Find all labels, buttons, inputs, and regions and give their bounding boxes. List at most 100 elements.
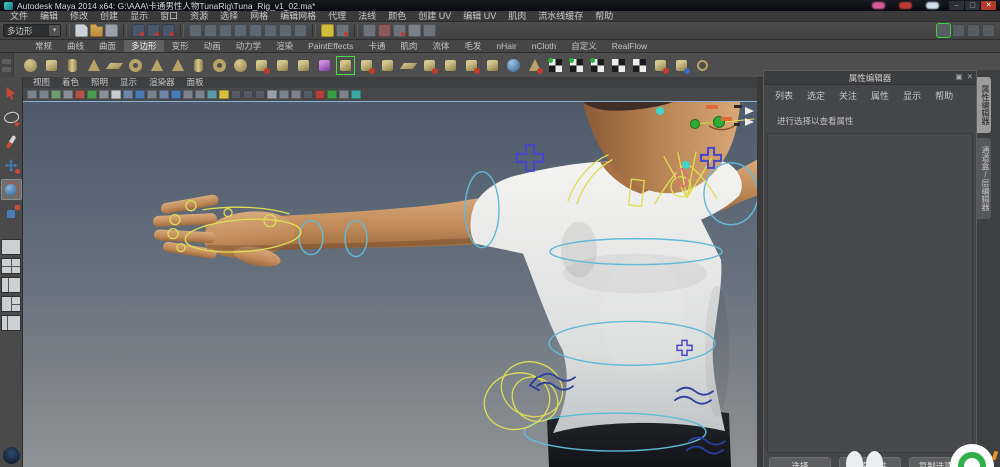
select-uvs-icon[interactable] (279, 24, 292, 37)
shelf-tab[interactable]: 动力学 (229, 40, 269, 52)
menu-item[interactable]: 修改 (64, 11, 94, 22)
cylindrical-mapping-icon[interactable] (568, 57, 585, 74)
spherical-mapping-icon[interactable] (589, 57, 606, 74)
menu-item[interactable]: 代理 (322, 11, 352, 22)
toggle-attribute-editor-icon[interactable] (937, 24, 950, 37)
polygon-sphere-icon[interactable] (22, 57, 39, 74)
menu-item[interactable]: 颜色 (382, 11, 412, 22)
merge-vertices-icon[interactable] (484, 57, 501, 74)
menu-item[interactable]: 编辑 UV (457, 11, 502, 22)
scale-tool[interactable] (1, 203, 22, 224)
toggle-channel-box-icon[interactable] (967, 24, 980, 37)
shadows-icon[interactable] (159, 90, 169, 99)
shelf-tab[interactable]: 毛发 (457, 40, 488, 52)
sculpt-geometry-icon[interactable] (253, 57, 270, 74)
select-object-mode-icon[interactable] (204, 24, 217, 37)
multi-cut-tool-icon[interactable] (336, 55, 355, 75)
combine-icon[interactable] (295, 57, 312, 74)
smooth-icon[interactable] (505, 57, 522, 74)
insert-edge-loop-icon[interactable] (421, 57, 438, 74)
select-points-icon[interactable] (234, 24, 247, 37)
menu-item[interactable]: 法线 (352, 11, 382, 22)
exposure-icon[interactable] (339, 90, 349, 99)
motion-blur-icon[interactable] (183, 90, 193, 99)
extrude-icon[interactable] (358, 57, 375, 74)
pin-icon[interactable]: ▣ (956, 72, 963, 81)
smooth-mesh-preview-icon[interactable] (316, 57, 333, 74)
panel-menu-item[interactable]: 显示 (114, 77, 143, 88)
shelf-tab[interactable]: nHair (489, 40, 523, 52)
shelf-tab[interactable]: 流体 (425, 40, 456, 52)
attribute-editor-menu-item[interactable]: 列表 (768, 89, 800, 102)
move-tool[interactable] (1, 155, 22, 176)
viewport-3d-canvas[interactable] (23, 102, 757, 467)
snap-together-icon[interactable] (294, 24, 307, 37)
save-scene-icon[interactable] (105, 24, 118, 37)
hypershade-icon[interactable] (423, 24, 436, 37)
ipr-render-icon[interactable] (393, 24, 406, 37)
two-d-pan-zoom-icon[interactable] (87, 90, 97, 99)
viewport-scene[interactable] (23, 102, 757, 467)
snap-to-grids-icon[interactable] (132, 24, 145, 37)
minimize-button[interactable]: – (949, 1, 964, 10)
uv-editor-icon[interactable] (631, 57, 648, 74)
panel-menu-item[interactable]: 着色 (56, 77, 85, 88)
polygon-torus-icon[interactable] (127, 57, 144, 74)
shelf-tab[interactable]: 卡通 (361, 40, 392, 52)
crease-tool-icon[interactable] (463, 57, 480, 74)
shaded-icon[interactable] (123, 90, 133, 99)
shelf-tab[interactable]: RealFlow (605, 40, 654, 52)
select-faces-icon[interactable] (264, 24, 277, 37)
shelf-tab[interactable]: 变形 (165, 40, 196, 52)
default-material-icon[interactable] (231, 90, 241, 99)
menu-item[interactable]: 选择 (214, 11, 244, 22)
shelf-tab[interactable]: 动画 (197, 40, 228, 52)
lip-slider[interactable] (721, 116, 732, 121)
new-scene-icon[interactable] (75, 24, 88, 37)
gamma-icon[interactable] (351, 90, 361, 99)
close-icon[interactable]: ✕ (967, 72, 973, 81)
menu-item[interactable]: 创建 (94, 11, 124, 22)
polygon-cube-icon[interactable] (43, 57, 60, 74)
throat-marker[interactable] (682, 160, 690, 169)
attribute-editor-menu-item[interactable]: 帮助 (928, 89, 960, 102)
polygon-prism-icon[interactable] (148, 57, 165, 74)
open-render-view-icon[interactable] (363, 24, 376, 37)
lighting-icon[interactable] (147, 90, 157, 99)
menu-item[interactable]: 资源 (184, 11, 214, 22)
sidebar-tab[interactable]: 属性编辑器 (977, 77, 991, 133)
planar-mapping-icon[interactable] (547, 57, 564, 74)
sidebar-tab[interactable]: 通道盒/层编辑器 (977, 138, 991, 219)
cheek-marker[interactable] (656, 106, 664, 115)
automatic-mapping-icon[interactable] (610, 57, 627, 74)
close-button[interactable]: ✕ (981, 1, 996, 10)
rotate-tool[interactable] (0, 179, 22, 200)
bookmarks-icon[interactable] (63, 90, 73, 99)
menu-set-dropdown[interactable]: 多边形 ▾ (3, 24, 61, 37)
multisample-icon[interactable] (195, 90, 205, 99)
menu-item[interactable]: 网格 (244, 11, 274, 22)
attribute-editor-menu-item[interactable]: 显示 (896, 89, 928, 102)
menu-item[interactable]: 窗口 (154, 11, 184, 22)
toggle-modeling-toolkit-icon[interactable] (982, 24, 995, 37)
image-plane-icon[interactable] (75, 90, 85, 99)
four-pane-layout-button[interactable] (1, 258, 21, 274)
jaw-joint[interactable] (690, 118, 700, 129)
shelf-tab[interactable]: PaintEffects (301, 40, 360, 52)
shelf-tab[interactable]: 曲面 (92, 40, 123, 52)
snap-to-points-icon[interactable] (162, 24, 175, 37)
select-hierarchy-icon[interactable] (189, 24, 202, 37)
polygon-pipe-icon[interactable] (190, 57, 207, 74)
shelf-tab[interactable]: 曲线 (60, 40, 91, 52)
snap-to-curves-icon[interactable] (147, 24, 160, 37)
polygon-cone-icon[interactable] (85, 57, 102, 74)
single-pane-layout-button[interactable] (1, 239, 21, 255)
two-pane-layout-button[interactable] (1, 277, 21, 293)
shelf-menu-button[interactable] (0, 53, 14, 77)
field-chart-icon[interactable] (279, 90, 289, 99)
menu-item[interactable]: 帮助 (589, 11, 619, 22)
camera-attributes-icon[interactable] (51, 90, 61, 99)
wireframe-icon[interactable] (111, 90, 121, 99)
maximize-button[interactable]: ▢ (965, 1, 980, 10)
polygon-cylinder-icon[interactable] (64, 57, 81, 74)
